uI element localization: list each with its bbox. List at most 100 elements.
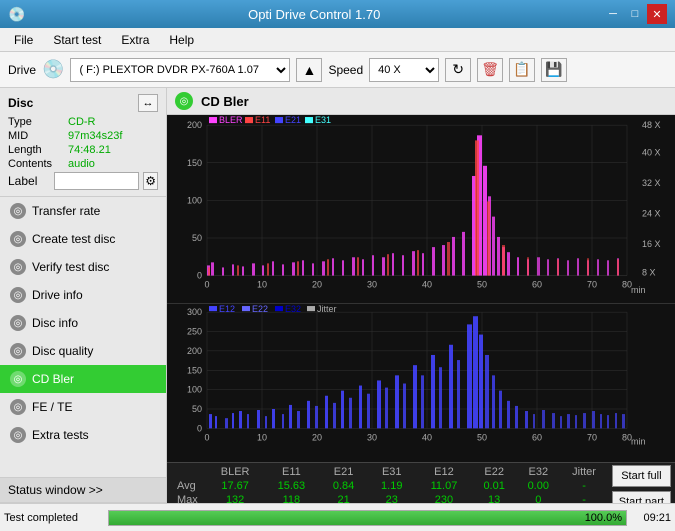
sidebar-nav: ◎ Transfer rate ◎ Create test disc ◎ Ver… — [0, 197, 166, 477]
window-controls: ─ □ ✕ — [603, 4, 667, 24]
svg-text:30: 30 — [367, 280, 377, 290]
stats-table: BLER E11 E21 E31 E12 E22 E32 Jitter — [167, 465, 608, 503]
sidebar-item-label: Disc quality — [32, 344, 93, 358]
svg-text:E11: E11 — [255, 115, 270, 125]
drive-info-icon: ◎ — [10, 287, 26, 303]
svg-text:0: 0 — [197, 271, 202, 281]
toolbar: Drive 💿 ( F:) PLEXTOR DVDR PX-760A 1.07 … — [0, 52, 675, 88]
avg-e11: 15.63 — [263, 479, 319, 493]
bottom-chart: 300 250 200 150 100 50 0 0 10 20 30 40 5… — [167, 303, 675, 462]
type-label: Type — [8, 116, 68, 128]
sidebar-item-disc-quality[interactable]: ◎ Disc quality — [0, 337, 166, 365]
start-full-button[interactable]: Start full — [612, 465, 671, 487]
sidebar-item-fe-te[interactable]: ◎ FE / TE — [0, 393, 166, 421]
speed-select[interactable]: 40 X 8 X 16 X 24 X 32 X 48 X — [369, 58, 439, 82]
col-header-empty — [167, 465, 207, 479]
avg-jitter: - — [560, 479, 607, 493]
sidebar-item-disc-info[interactable]: ◎ Disc info — [0, 309, 166, 337]
drive-select[interactable]: ( F:) PLEXTOR DVDR PX-760A 1.07 — [70, 58, 290, 82]
svg-text:50: 50 — [192, 404, 202, 414]
col-header-bler: BLER — [207, 465, 263, 479]
label-settings-button[interactable]: ⚙ — [143, 172, 158, 190]
cd-bler-header-icon: ◎ — [175, 92, 193, 110]
sidebar-item-verify-test-disc[interactable]: ◎ Verify test disc — [0, 253, 166, 281]
time-display: 09:21 — [631, 512, 671, 524]
action-buttons: Start full Start part — [608, 463, 675, 503]
max-e32: 0 — [516, 493, 560, 503]
bottom-chart-svg: 300 250 200 150 100 50 0 0 10 20 30 40 5… — [167, 304, 675, 462]
svg-text:E31: E31 — [315, 115, 331, 125]
disc-panel-title: Disc — [8, 96, 33, 110]
save-button[interactable]: 💾 — [541, 58, 567, 82]
mid-label: MID — [8, 130, 68, 142]
sidebar-item-transfer-rate[interactable]: ◎ Transfer rate — [0, 197, 166, 225]
transfer-rate-icon: ◎ — [10, 203, 26, 219]
svg-text:40: 40 — [422, 433, 432, 443]
svg-text:32 X: 32 X — [642, 178, 661, 188]
avg-e12: 11.07 — [416, 479, 472, 493]
maximize-button[interactable]: □ — [625, 4, 645, 24]
sidebar-item-label: Extra tests — [32, 428, 89, 442]
svg-text:150: 150 — [187, 365, 202, 375]
svg-text:E22: E22 — [252, 304, 268, 314]
cd-bler-icon: ◎ — [10, 371, 26, 387]
col-header-e21: E21 — [320, 465, 368, 479]
svg-text:300: 300 — [187, 307, 202, 317]
sidebar-item-label: Create test disc — [32, 232, 115, 246]
menu-help[interactable]: Help — [159, 31, 204, 49]
eject-button[interactable]: ▲ — [296, 58, 322, 82]
sidebar-item-label: FE / TE — [32, 400, 72, 414]
chart-title: CD Bler — [201, 94, 249, 109]
svg-text:50: 50 — [192, 233, 202, 243]
svg-text:50: 50 — [477, 280, 487, 290]
sidebar-item-create-test-disc[interactable]: ◎ Create test disc — [0, 225, 166, 253]
copy-button[interactable]: 📋 — [509, 58, 535, 82]
table-row: Avg 17.67 15.63 0.84 1.19 11.07 0.01 0.0… — [167, 479, 608, 493]
svg-text:200: 200 — [187, 120, 202, 130]
svg-text:10: 10 — [257, 280, 267, 290]
content-area: ◎ CD Bler — [167, 88, 675, 503]
col-header-e11: E11 — [263, 465, 319, 479]
contents-value: audio — [68, 158, 158, 170]
status-window-button[interactable]: Status window >> — [0, 477, 166, 503]
svg-text:min: min — [631, 285, 645, 295]
progress-percent: 100.0% — [585, 511, 622, 525]
menu-start-test[interactable]: Start test — [43, 31, 111, 49]
chart-header: ◎ CD Bler — [167, 88, 675, 115]
menu-file[interactable]: File — [4, 31, 43, 49]
status-window-label: Status window >> — [8, 483, 103, 497]
sidebar-item-cd-bler[interactable]: ◎ CD Bler — [0, 365, 166, 393]
sidebar-item-drive-info[interactable]: ◎ Drive info — [0, 281, 166, 309]
erase-button[interactable]: 🗑 — [477, 58, 503, 82]
svg-text:250: 250 — [187, 327, 202, 337]
col-header-jitter: Jitter — [560, 465, 607, 479]
label-input[interactable] — [54, 172, 139, 190]
max-e12: 230 — [416, 493, 472, 503]
svg-text:60: 60 — [532, 280, 542, 290]
svg-text:30: 30 — [367, 433, 377, 443]
svg-text:E12: E12 — [219, 304, 235, 314]
svg-text:70: 70 — [587, 433, 597, 443]
table-row: Max 132 118 21 23 230 13 0 - — [167, 493, 608, 503]
menu-extra[interactable]: Extra — [111, 31, 159, 49]
col-header-e31: E31 — [368, 465, 416, 479]
max-e21: 21 — [320, 493, 368, 503]
minimize-button[interactable]: ─ — [603, 4, 623, 24]
sidebar-item-extra-tests[interactable]: ◎ Extra tests — [0, 421, 166, 449]
refresh-button[interactable]: ↻ — [445, 58, 471, 82]
svg-text:0: 0 — [204, 433, 209, 443]
close-button[interactable]: ✕ — [647, 4, 667, 24]
stats-area: BLER E11 E21 E31 E12 E22 E32 Jitter — [167, 462, 675, 503]
sidebar-item-label: Disc info — [32, 316, 78, 330]
sidebar: Disc ↔ Type CD-R MID 97m34s23f Length 74… — [0, 88, 167, 503]
col-header-e12: E12 — [416, 465, 472, 479]
max-e31: 23 — [368, 493, 416, 503]
max-e11: 118 — [263, 493, 319, 503]
disc-panel-refresh-button[interactable]: ↔ — [138, 94, 158, 112]
stats-table-wrapper: BLER E11 E21 E31 E12 E22 E32 Jitter — [167, 463, 608, 503]
start-part-button[interactable]: Start part — [612, 491, 671, 503]
svg-text:8 X: 8 X — [642, 267, 655, 277]
svg-text:48 X: 48 X — [642, 120, 661, 130]
svg-text:Jitter: Jitter — [317, 304, 336, 314]
extra-tests-icon: ◎ — [10, 427, 26, 443]
